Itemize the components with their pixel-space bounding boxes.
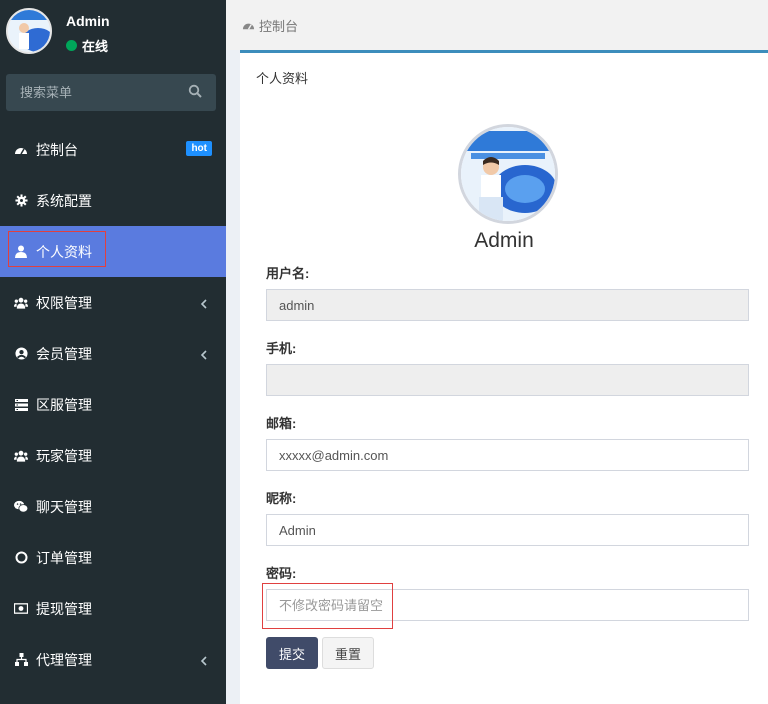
sidebar-item-players[interactable]: 玩家管理 xyxy=(0,430,226,481)
user-name: Admin xyxy=(66,13,110,29)
phone-label: 手机: xyxy=(266,341,297,356)
avatar xyxy=(6,8,52,54)
sidebar-item-chat[interactable]: 聊天管理 xyxy=(0,481,226,532)
sidebar-item-members[interactable]: 会员管理 xyxy=(0,328,226,379)
chevron-left-icon xyxy=(200,297,208,309)
wechat-icon xyxy=(14,500,28,514)
sidebar-item-agents[interactable]: 代理管理 xyxy=(0,634,226,685)
sidebar: Admin 在线 控制台 hot 系统配置 xyxy=(0,0,226,704)
sidebar-item-dashboard[interactable]: 控制台 hot xyxy=(0,124,226,175)
circle-icon xyxy=(14,551,28,565)
users-icon xyxy=(14,449,28,463)
search-box xyxy=(6,74,216,111)
sidebar-item-label: 玩家管理 xyxy=(36,447,92,464)
search-input[interactable] xyxy=(6,74,186,111)
password-field[interactable] xyxy=(266,589,749,621)
submit-button[interactable]: 提交 xyxy=(266,637,318,669)
profile-picture xyxy=(458,124,558,224)
sidebar-item-profile[interactable]: 个人资料 xyxy=(0,226,226,277)
sidebar-item-servers[interactable]: 区服管理 xyxy=(0,379,226,430)
profile-box: 个人资料 Admin 用户名: 手机: 邮箱: 昵称: 密码: xyxy=(240,50,768,704)
users-icon xyxy=(14,296,28,310)
chevron-left-icon xyxy=(200,654,208,666)
nickname-field[interactable] xyxy=(266,514,749,546)
gear-icon xyxy=(14,194,28,208)
username-field[interactable] xyxy=(266,289,749,321)
nickname-label: 昵称: xyxy=(266,491,297,506)
sitemap-icon xyxy=(14,653,28,667)
username-label: 用户名: xyxy=(266,266,310,281)
sidebar-item-label: 控制台 xyxy=(36,141,78,158)
email-field[interactable] xyxy=(266,439,749,471)
user-panel: Admin 在线 xyxy=(0,0,226,64)
search-icon[interactable] xyxy=(188,84,204,100)
chevron-left-icon xyxy=(200,348,208,360)
highlight-box xyxy=(8,231,106,267)
sidebar-item-label: 聊天管理 xyxy=(36,498,92,515)
user-status-label: 在线 xyxy=(82,39,109,54)
sidebar-item-permissions[interactable]: 权限管理 xyxy=(0,277,226,328)
sidebar-item-label: 区服管理 xyxy=(36,396,92,413)
user-status: 在线 xyxy=(66,36,108,55)
sidebar-item-label: 代理管理 xyxy=(36,651,92,668)
phone-field[interactable] xyxy=(266,364,749,396)
sidebar-item-label: 权限管理 xyxy=(36,294,92,311)
breadcrumb: 控制台 xyxy=(226,0,768,50)
sidebar-item-withdrawals[interactable]: 提现管理 xyxy=(0,583,226,634)
dashboard-icon xyxy=(242,19,255,32)
profile-name: Admin xyxy=(474,229,534,252)
breadcrumb-label[interactable]: 控制台 xyxy=(259,16,298,35)
money-icon xyxy=(14,602,28,616)
sidebar-item-label: 提现管理 xyxy=(36,600,92,617)
hot-badge: hot xyxy=(186,141,212,156)
box-title: 个人资料 xyxy=(256,71,309,86)
email-label: 邮箱: xyxy=(266,416,297,431)
sidebar-item-label: 订单管理 xyxy=(36,549,92,566)
user-circle-icon xyxy=(14,347,28,361)
status-online-icon xyxy=(66,40,77,51)
sidebar-item-system-config[interactable]: 系统配置 xyxy=(0,175,226,226)
sidebar-item-orders[interactable]: 订单管理 xyxy=(0,532,226,583)
sidebar-menu: 控制台 hot 系统配置 个人资料 权限管理 会员管理 区服管理 玩家管理 聊天… xyxy=(0,124,226,685)
main-content: 控制台 个人资料 Admin 用户名: 手机: 邮箱: 昵称: 密码 xyxy=(226,0,768,704)
sidebar-item-label: 系统配置 xyxy=(36,192,92,209)
sidebar-item-label: 会员管理 xyxy=(36,345,92,362)
dashboard-icon xyxy=(14,143,28,157)
password-label: 密码: xyxy=(266,566,297,581)
server-icon xyxy=(14,398,28,412)
reset-button[interactable]: 重置 xyxy=(322,637,374,669)
